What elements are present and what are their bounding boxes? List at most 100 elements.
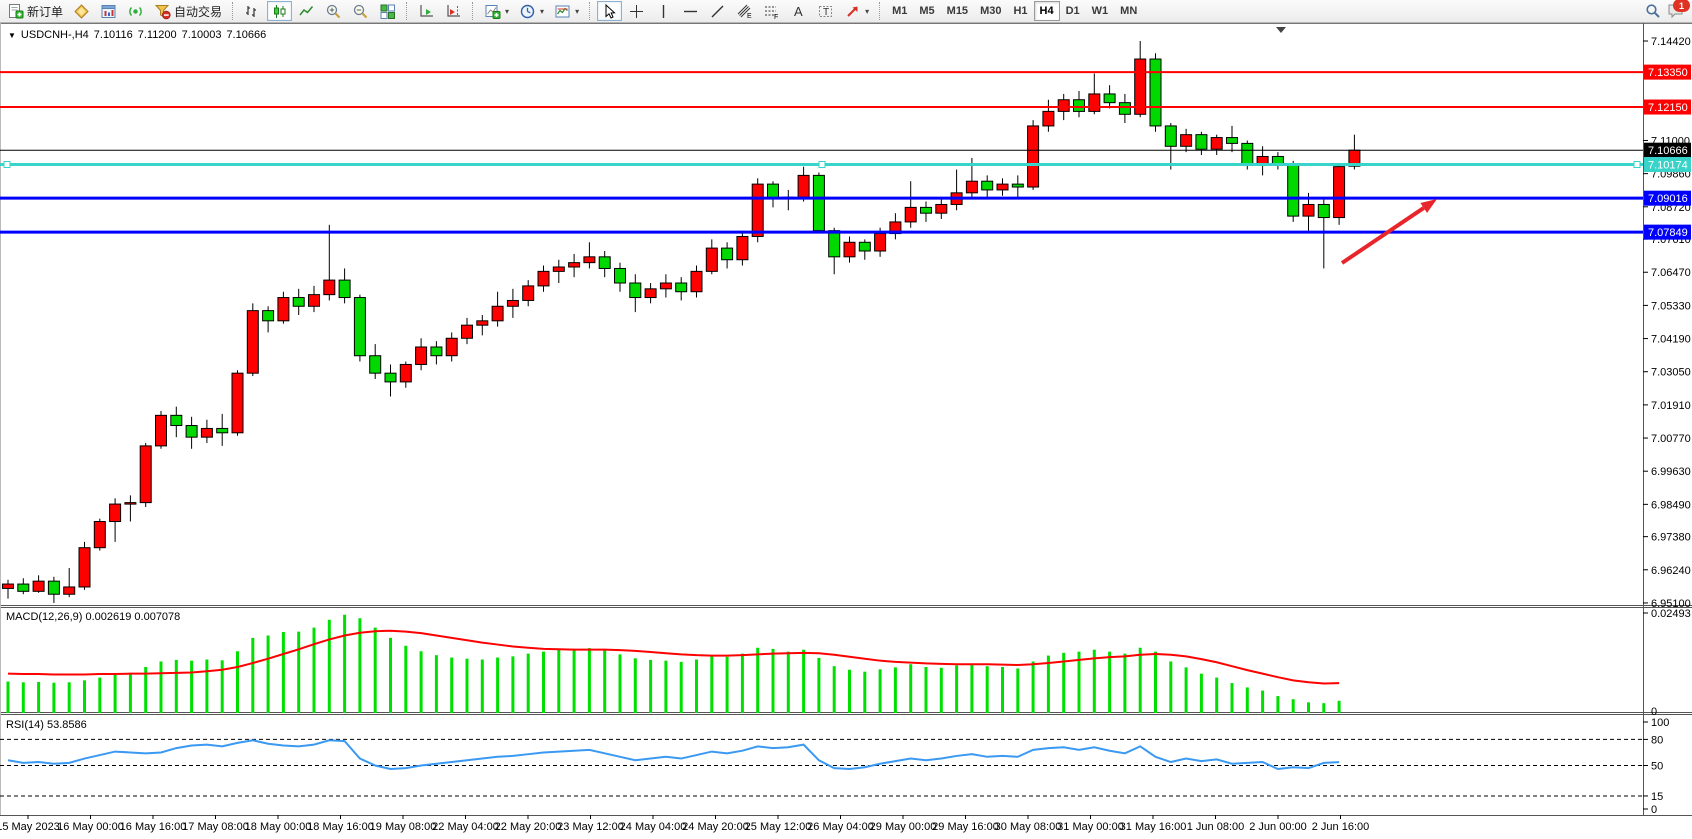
templates-dropdown-caret[interactable]: ▾ — [575, 7, 579, 16]
time-axis[interactable]: 15 May 202316 May 00:0016 May 16:0017 Ma… — [0, 815, 1369, 833]
time-tick-label: 22 May 20:00 — [495, 821, 562, 833]
tf-h1-button[interactable]: H1 — [1007, 1, 1033, 21]
arrows-dropdown-caret[interactable]: ▾ — [865, 7, 869, 16]
zoom-in-button[interactable] — [321, 1, 346, 21]
chart-high-value: 7.11200 — [138, 29, 177, 41]
rsi-line — [8, 740, 1339, 769]
price-axis[interactable]: 7.144207.110007.098607.087207.076107.064… — [1643, 36, 1691, 610]
new-order-button[interactable]: 新订单 — [3, 1, 67, 21]
bar-chart-button[interactable] — [240, 1, 265, 21]
bull-candle — [1135, 59, 1146, 114]
bull-candle — [140, 446, 151, 503]
bear-candle — [293, 298, 304, 307]
bull-candle — [584, 257, 595, 263]
line-chart-button[interactable] — [294, 1, 319, 21]
indicators-dropdown-caret[interactable]: ▾ — [505, 7, 509, 16]
arrows-tool-button[interactable]: ▾ — [840, 1, 873, 21]
price-tick-label: 7.01910 — [1651, 400, 1691, 412]
tf-w1-button[interactable]: W1 — [1086, 1, 1115, 21]
tf-m30-button[interactable]: M30 — [974, 1, 1007, 21]
trade-group: 新订单 — [2, 0, 227, 22]
templates-button[interactable]: ▾ — [550, 1, 583, 21]
chart-mode-group — [239, 0, 401, 22]
cursor-button[interactable] — [597, 1, 622, 21]
bull-candle — [110, 504, 121, 521]
fibonacci-button[interactable]: F — [759, 1, 784, 21]
time-tick-label: 23 May 12:00 — [557, 821, 624, 833]
candlestick-chart-button[interactable] — [267, 1, 292, 21]
indicators-button[interactable]: ▾ — [480, 1, 513, 21]
tf-h4-button[interactable]: H4 — [1034, 1, 1060, 21]
search-icon[interactable] — [1645, 3, 1661, 19]
signal-button[interactable] — [123, 1, 148, 21]
price-badge-label: 7.10666 — [1648, 145, 1688, 157]
price-badge-label: 7.13350 — [1648, 67, 1688, 79]
time-tick-label: 22 May 04:00 — [432, 821, 499, 833]
market-quotes-button[interactable] — [69, 1, 94, 21]
bear-candle — [48, 581, 59, 594]
tf-m1-button[interactable]: M1 — [886, 1, 913, 21]
scroll-group — [413, 0, 467, 22]
tf-mn-button[interactable]: MN — [1114, 1, 1143, 21]
zoom-out-button[interactable] — [348, 1, 373, 21]
macd-axis-max: 0.02493 — [1651, 608, 1691, 620]
chart-window[interactable]: 7.144207.110007.098607.087207.076107.064… — [0, 23, 1692, 839]
chart-window-button[interactable] — [96, 1, 121, 21]
svg-text:A: A — [794, 4, 803, 19]
bull-candle — [1028, 126, 1039, 187]
chart-shift-button[interactable] — [441, 1, 466, 21]
tf-m15-button[interactable]: M15 — [941, 1, 974, 21]
bull-candle — [691, 271, 702, 291]
line-drag-handle[interactable] — [1634, 162, 1640, 168]
tf-m5-button[interactable]: M5 — [913, 1, 940, 21]
price-badge-label: 7.09016 — [1648, 193, 1688, 205]
oneclick-collapse-icon[interactable]: ▼ — [8, 31, 16, 40]
tf-d1-button[interactable]: D1 — [1060, 1, 1086, 21]
chart-shift-marker[interactable] — [1276, 27, 1286, 33]
time-tick-label: 16 May 16:00 — [120, 821, 187, 833]
rsi-tick-label: 80 — [1651, 734, 1663, 746]
vertical-line-button[interactable] — [651, 1, 676, 21]
auto-scroll-button[interactable] — [414, 1, 439, 21]
equidistant-channel-icon: E — [736, 3, 753, 20]
fibonacci-icon: F — [763, 3, 780, 20]
chat-button[interactable]: 1 — [1667, 3, 1684, 19]
bear-candle — [859, 242, 870, 251]
text-button[interactable]: A — [786, 1, 811, 21]
bear-candle — [722, 248, 733, 260]
tile-windows-button[interactable] — [375, 1, 400, 21]
bull-candle — [1257, 156, 1268, 163]
price-tick-label: 6.96240 — [1651, 565, 1691, 577]
bull-candle — [905, 207, 916, 222]
line-drag-handle[interactable] — [4, 162, 10, 168]
bull-candle — [94, 522, 105, 548]
line-chart-icon — [298, 3, 315, 20]
toolbar-separator — [589, 2, 591, 20]
price-badge-label: 7.10174 — [1648, 160, 1688, 172]
price-tick-label: 7.04190 — [1651, 334, 1691, 346]
bull-candle — [79, 548, 90, 587]
trendline-button[interactable] — [705, 1, 730, 21]
text-label-button[interactable]: T — [813, 1, 838, 21]
chart-canvas[interactable]: 7.144207.110007.098607.087207.076107.064… — [0, 23, 1692, 839]
templates-icon — [554, 3, 571, 20]
bear-candle — [599, 257, 610, 269]
toolbar-separator — [472, 2, 474, 20]
chart-open-value: 7.10116 — [94, 29, 133, 41]
bull-candle — [523, 286, 534, 301]
bull-candle — [1211, 138, 1222, 150]
line-drag-handle[interactable] — [819, 162, 825, 168]
time-tick-label: 18 May 16:00 — [307, 821, 374, 833]
toolbar-separator — [232, 2, 234, 20]
bull-candle — [706, 248, 717, 271]
equidistant-channel-button[interactable]: E — [732, 1, 757, 21]
bull-candle — [462, 325, 473, 338]
bull-candle — [569, 263, 580, 267]
bull-candle — [507, 300, 518, 306]
horizontal-line-button[interactable] — [678, 1, 703, 21]
periods-dropdown-caret[interactable]: ▾ — [540, 7, 544, 16]
periods-button[interactable]: ▾ — [515, 1, 548, 21]
auto-scroll-icon — [418, 3, 435, 20]
auto-trading-button[interactable]: 自动交易 — [150, 1, 226, 21]
crosshair-button[interactable] — [624, 1, 649, 21]
